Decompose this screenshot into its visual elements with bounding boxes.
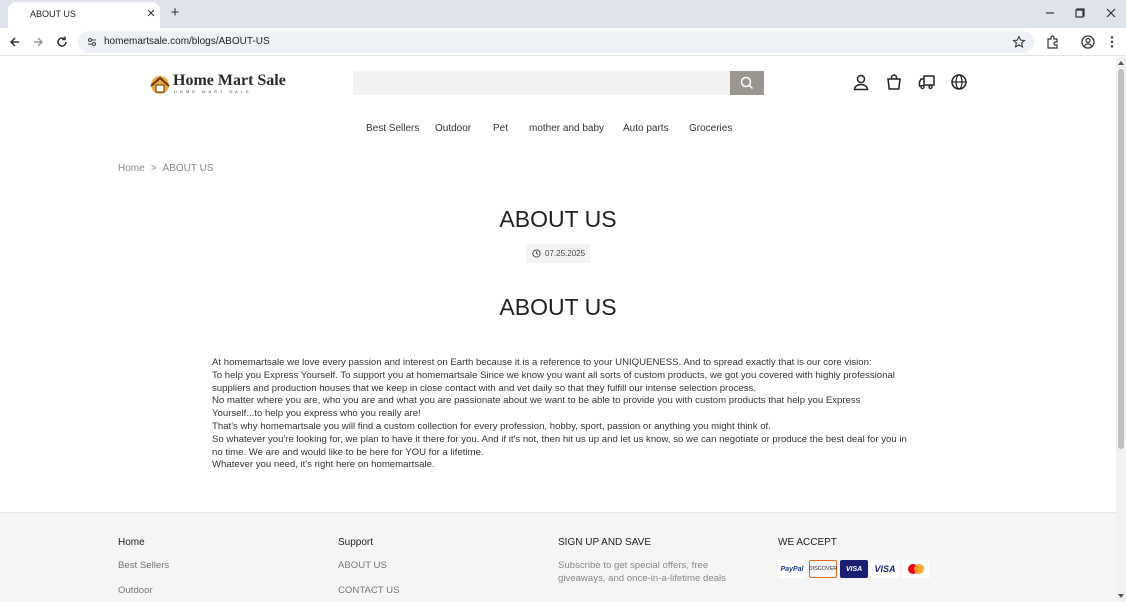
discover-card-icon: DISCOVER [809, 560, 837, 578]
tab-close-icon[interactable]: ✕ [145, 8, 157, 20]
nav-mother-and-baby[interactable]: mother and baby [529, 123, 604, 134]
article-paragraph: So whatever you're looking for, we plan … [212, 433, 907, 458]
reload-icon[interactable] [54, 34, 70, 50]
nav-auto-parts[interactable]: Auto parts [623, 123, 669, 134]
footer-link[interactable]: ABOUT US [338, 560, 399, 571]
article-heading: ABOUT US [499, 294, 617, 320]
search-input[interactable] [353, 71, 730, 95]
search-icon [740, 76, 754, 90]
date-badge: 07.25.2025 [526, 244, 590, 263]
cart-icon[interactable] [885, 73, 903, 91]
breadcrumb: Home > ABOUT US [118, 163, 213, 174]
logo-subtitle: HOME MART SALE [174, 89, 252, 94]
footer-heading: WE ACCEPT [778, 537, 837, 548]
scroll-down-arrow-icon[interactable] [1118, 593, 1124, 599]
paypal-card-icon: PayPal [778, 560, 806, 578]
article-body: At homemartsale we love every passion an… [212, 357, 908, 472]
search-button[interactable] [730, 71, 764, 95]
article-paragraph: At homemartsale we love every passion an… [212, 357, 872, 368]
tab-title: ABOUT US [30, 9, 76, 19]
payment-cards: PayPal DISCOVER VISA VISA [778, 560, 930, 580]
forward-icon[interactable] [30, 34, 46, 50]
breadcrumb-separator: > [150, 163, 157, 174]
signup-description: Subscribe to get special offers, free gi… [558, 560, 726, 584]
mastercard-card-icon [902, 560, 930, 578]
article-paragraph: No matter where you are, who you are and… [212, 395, 861, 420]
site-footer: Home Best Sellers Outdoor Support ABOUT … [0, 512, 1116, 602]
footer-heading[interactable]: Home [118, 537, 169, 548]
back-icon[interactable] [7, 34, 23, 50]
site-info-icon[interactable] [86, 36, 98, 48]
extensions-icon[interactable] [1045, 34, 1061, 50]
nav-groceries[interactable]: Groceries [689, 123, 732, 134]
page-scrollbar[interactable] [1116, 57, 1126, 602]
url-text: homemartsale.com/blogs/ABOUT-US [104, 36, 270, 47]
mastercard-circles-icon [908, 564, 924, 574]
footer-col-signup: SIGN UP AND SAVE Subscribe to get specia… [558, 537, 758, 585]
language-globe-icon[interactable] [950, 73, 968, 91]
close-window-icon[interactable] [1104, 6, 1118, 20]
menu-dots-icon[interactable] [1104, 34, 1120, 50]
search-bar [353, 71, 764, 95]
profile-icon[interactable] [1080, 34, 1096, 50]
footer-link[interactable]: Best Sellers [118, 560, 169, 571]
scroll-thumb[interactable] [1118, 69, 1124, 449]
bookmark-star-icon[interactable] [1012, 35, 1026, 49]
minimize-icon[interactable] [1043, 6, 1057, 20]
browser-tab-bar: ABOUT US ✕ + [0, 0, 1126, 28]
site-logo[interactable]: Home Mart Sale HOME MART SALE [148, 72, 286, 94]
footer-link[interactable]: CONTACT US [338, 585, 399, 596]
visa-card-icon: VISA [871, 560, 899, 578]
page-title: ABOUT US [499, 206, 617, 232]
restore-icon[interactable] [1073, 6, 1087, 20]
footer-link[interactable]: Outdoor [118, 585, 169, 596]
address-bar[interactable]: homemartsale.com/blogs/ABOUT-US [78, 31, 1034, 53]
footer-col-payment: WE ACCEPT PayPal DISCOVER VISA VISA [778, 537, 930, 580]
visa-electron-card-icon: VISA [840, 560, 868, 578]
nav-pet[interactable]: Pet [493, 123, 508, 134]
browser-toolbar: homemartsale.com/blogs/ABOUT-US [0, 28, 1126, 56]
breadcrumb-home[interactable]: Home [118, 163, 145, 174]
breadcrumb-current: ABOUT US [162, 163, 214, 174]
footer-heading: SIGN UP AND SAVE [558, 537, 651, 548]
footer-col-home: Home Best Sellers Outdoor [118, 537, 169, 602]
post-date: 07.25.2025 [545, 249, 586, 258]
nav-best-sellers[interactable]: Best Sellers [366, 123, 419, 134]
logo-title: Home Mart Sale [173, 72, 286, 89]
house-logo-icon [150, 76, 170, 94]
clock-icon [532, 249, 541, 258]
article-paragraph: Whatever you need, it's right here on ho… [212, 459, 435, 471]
nav-outdoor[interactable]: Outdoor [435, 123, 471, 134]
account-icon[interactable] [852, 73, 870, 91]
order-tracking-icon[interactable] [918, 73, 936, 91]
article-paragraph: That's why homemartsale you will find a … [212, 420, 771, 432]
new-tab-icon[interactable]: + [168, 5, 182, 21]
footer-col-support: Support ABOUT US CONTACT US [338, 537, 399, 602]
article-paragraph: To help you Express Yourself. To support… [212, 369, 895, 394]
web-page: Home Mart Sale HOME MART SALE Best Selle… [0, 57, 1116, 602]
scroll-up-arrow-icon[interactable] [1118, 60, 1124, 66]
footer-heading: Support [338, 537, 374, 548]
browser-tab[interactable]: ABOUT US ✕ [8, 2, 160, 28]
